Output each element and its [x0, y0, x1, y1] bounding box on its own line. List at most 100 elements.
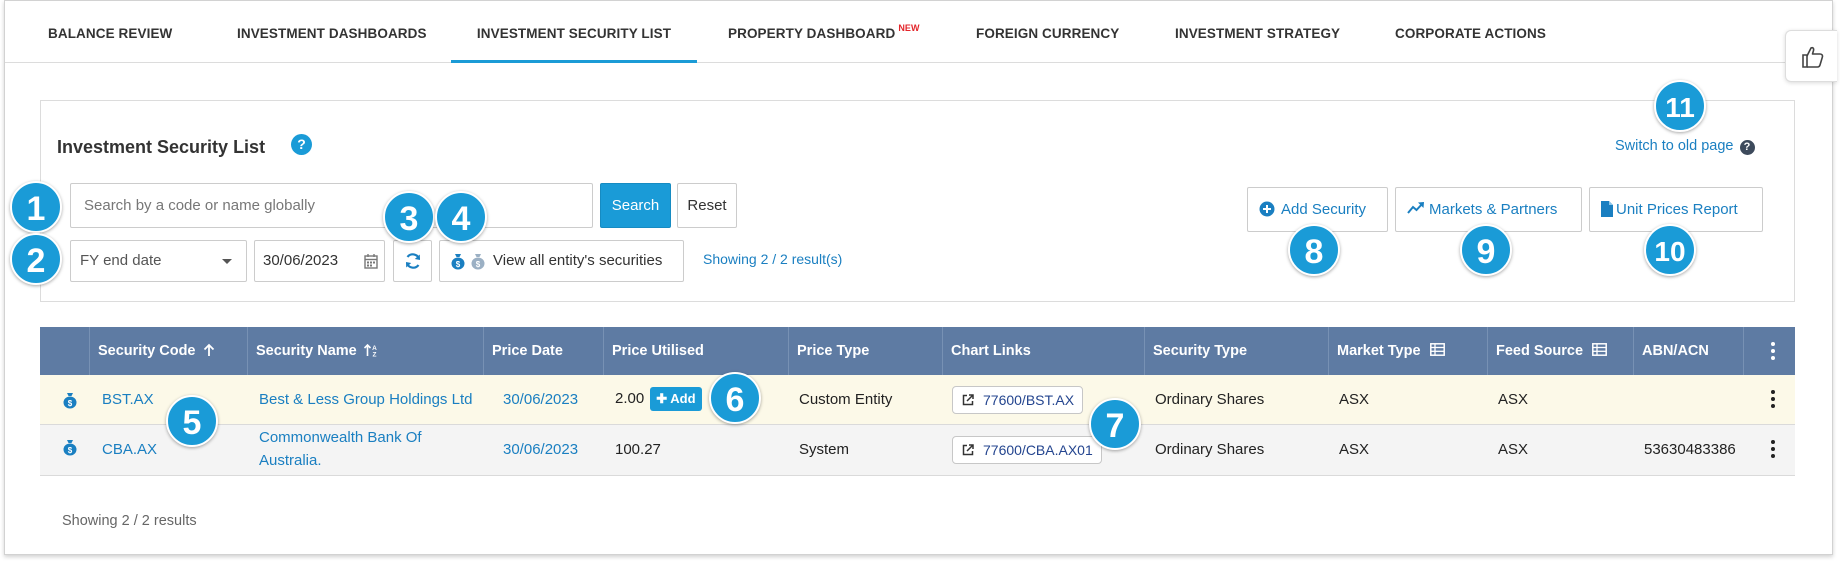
- new-badge: NEW: [898, 23, 920, 33]
- price-date-link[interactable]: 30/06/2023: [503, 391, 578, 408]
- filter-panel: Investment Security List ? Search Reset …: [40, 100, 1795, 302]
- callout-badge: 6: [709, 372, 761, 424]
- feed-source-cell: ASX: [1498, 441, 1529, 458]
- column-header-security-type[interactable]: Security Type: [1145, 327, 1329, 375]
- column-header-market-type[interactable]: Market Type: [1329, 327, 1488, 375]
- column-header-label: Price Type: [797, 343, 870, 359]
- tab-investment-dashboards[interactable]: INVESTMENT DASHBOARDS: [237, 1, 427, 63]
- page-title: Investment Security List: [57, 137, 266, 157]
- svg-text:Z: Z: [372, 352, 376, 358]
- column-header-label: Market Type: [1337, 343, 1421, 359]
- result-count-bottom: Showing 2 / 2 results: [62, 513, 197, 529]
- chevron-down-icon: [222, 259, 232, 264]
- help-icon[interactable]: ?: [291, 134, 312, 155]
- column-header-feed-source[interactable]: Feed Source: [1488, 327, 1634, 375]
- column-header-security-name[interactable]: Security Name AZ: [248, 327, 484, 375]
- chart-link-label: 77600/BST.AX: [983, 392, 1075, 408]
- tab-bar: BALANCE REVIEW INVESTMENT DASHBOARDS INV…: [5, 1, 1834, 63]
- refresh-button[interactable]: [393, 240, 432, 282]
- switch-old-page-label: Switch to old page: [1615, 138, 1734, 154]
- svg-text:$: $: [476, 260, 481, 269]
- add-price-button[interactable]: ✚ Add: [650, 387, 702, 411]
- chart-link-button[interactable]: 77600/CBA.AX01: [952, 436, 1102, 464]
- feedback-button[interactable]: [1785, 30, 1837, 82]
- price-utilised-cell: 2.00 ✚ Add: [615, 387, 702, 411]
- search-input[interactable]: [70, 183, 593, 228]
- svg-text:$: $: [456, 260, 461, 269]
- search-button[interactable]: Search: [600, 183, 671, 228]
- column-header-chart-links[interactable]: Chart Links: [943, 327, 1145, 375]
- callout-badge: 3: [383, 191, 435, 243]
- column-header-label: Feed Source: [1496, 343, 1584, 359]
- chart-link-label: 77600/CBA.AX01: [983, 442, 1093, 458]
- column-header-label: ABN/ACN: [1642, 343, 1709, 359]
- reset-button[interactable]: Reset: [677, 183, 737, 228]
- column-header-security-code[interactable]: Security Code: [90, 327, 248, 375]
- market-type-cell: ASX: [1339, 391, 1370, 408]
- table-row[interactable]: $ BST.AX Best & Less Group Holdings Ltd …: [40, 375, 1795, 425]
- calendar-icon: [364, 254, 378, 269]
- abn-cell: 53630483386: [1644, 441, 1736, 458]
- date-filter-value: FY end date: [80, 252, 162, 269]
- row-menu-icon[interactable]: [1771, 440, 1775, 461]
- table-row[interactable]: $ CBA.AX Commonwealth Bank Of Australia.…: [40, 425, 1795, 476]
- add-price-label: Add: [670, 391, 696, 406]
- column-header-abn-acn[interactable]: ABN/ACN: [1634, 327, 1744, 375]
- callout-badge: 9: [1460, 224, 1512, 276]
- tab-property-dashboard[interactable]: PROPERTY DASHBOARD NEW: [728, 1, 920, 63]
- callout-badge: 10: [1644, 224, 1696, 276]
- view-all-securities-button[interactable]: $ $ View all entity's securities: [439, 240, 684, 282]
- price-date-link[interactable]: 30/06/2023: [503, 441, 578, 458]
- column-header-label: Security Code: [98, 343, 196, 359]
- security-type-cell: Ordinary Shares: [1155, 391, 1265, 408]
- security-name-link[interactable]: Commonwealth Bank Of: [259, 429, 422, 446]
- switch-old-page-link[interactable]: Switch to old page?: [1615, 138, 1755, 155]
- column-header-price-type[interactable]: Price Type: [789, 327, 943, 375]
- chart-link-button[interactable]: 77600/BST.AX: [952, 386, 1084, 414]
- security-code-link[interactable]: CBA.AX: [102, 441, 157, 458]
- plus-circle-icon: [1259, 201, 1275, 217]
- security-name-link[interactable]: Best & Less Group Holdings Ltd: [259, 391, 472, 408]
- callout-badge: 5: [166, 395, 218, 447]
- date-filter-select[interactable]: FY end date: [70, 240, 247, 282]
- market-type-cell: ASX: [1339, 441, 1370, 458]
- security-code-link[interactable]: BST.AX: [102, 391, 154, 408]
- column-header-price-date[interactable]: Price Date: [484, 327, 604, 375]
- callout-badge: 7: [1089, 398, 1141, 450]
- column-header-label: Security Type: [1153, 343, 1248, 359]
- trend-up-icon: [1407, 202, 1424, 214]
- table-header: Security Code Security Name AZ Price Dat…: [40, 327, 1795, 375]
- tab-corporate-actions[interactable]: CORPORATE ACTIONS: [1395, 1, 1546, 63]
- column-header-label: Price Date: [492, 343, 563, 359]
- callout-badge: 2: [10, 233, 62, 285]
- column-header-price-utilised[interactable]: Price Utilised: [604, 327, 789, 375]
- tab-foreign-currency[interactable]: FOREIGN CURRENCY: [976, 1, 1119, 63]
- money-bag-icon: $: [451, 254, 465, 270]
- callout-badge: 8: [1288, 224, 1340, 276]
- help-icon[interactable]: ?: [1739, 140, 1755, 155]
- money-bag-icon: $: [63, 393, 77, 409]
- row-menu-icon[interactable]: [1771, 390, 1775, 411]
- column-header-label: Security Name: [256, 343, 357, 359]
- tab-balance-review[interactable]: BALANCE REVIEW: [48, 1, 172, 63]
- svg-text:$: $: [68, 399, 73, 408]
- external-link-icon: [962, 444, 974, 456]
- table-icon: [1592, 343, 1608, 356]
- thumbs-up-icon: [1802, 46, 1824, 68]
- document-icon: [1601, 201, 1613, 217]
- security-name-link-line2[interactable]: Australia.: [259, 452, 322, 469]
- callout-badge: 4: [435, 191, 487, 243]
- tab-investment-security-list[interactable]: INVESTMENT SECURITY LIST: [451, 1, 697, 63]
- app-frame: BALANCE REVIEW INVESTMENT DASHBOARDS INV…: [4, 0, 1834, 555]
- column-options-icon[interactable]: [1771, 342, 1775, 363]
- date-input[interactable]: 30/06/2023: [254, 240, 385, 282]
- price-utilised-cell: 100.27: [615, 441, 661, 458]
- svg-text:$: $: [68, 446, 73, 455]
- add-security-label: Add Security: [1281, 201, 1367, 218]
- security-type-cell: Ordinary Shares: [1155, 441, 1265, 458]
- tab-investment-strategy[interactable]: INVESTMENT STRATEGY: [1175, 1, 1340, 63]
- column-header-label: Price Utilised: [612, 343, 704, 359]
- column-header-label: Chart Links: [951, 343, 1031, 359]
- view-all-label: View all entity's securities: [493, 252, 663, 269]
- callout-badge: 1: [10, 181, 62, 233]
